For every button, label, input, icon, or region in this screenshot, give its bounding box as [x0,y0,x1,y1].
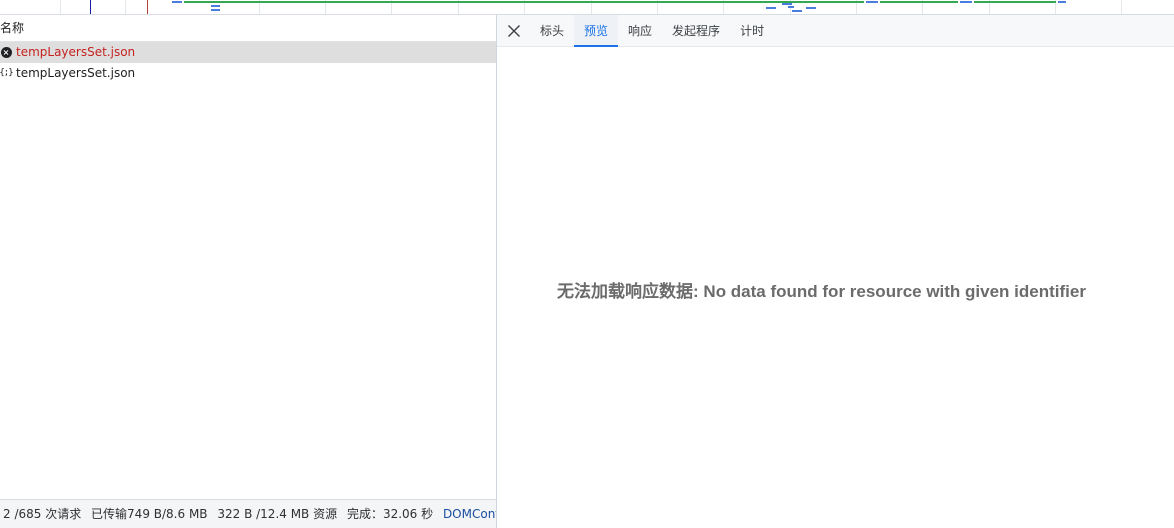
finish-time: 完成：32.06 秒 [346,507,434,521]
request-list: × tempLayersSet.json {;} tempLayersSet.j… [0,42,496,84]
request-row[interactable]: × tempLayersSet.json [0,42,496,63]
timeline-bar [1058,1,1066,3]
timeline-bar [792,10,802,12]
timeline-bar [974,1,1056,3]
timeline-bar [184,1,864,3]
request-row[interactable]: {;} tempLayersSet.json [0,63,496,84]
dom-content-loaded-marker [90,0,91,14]
resources-size: 322 B /12.4 MB 资源 [217,507,338,521]
timeline-bar [172,1,182,3]
timeline-bar [782,3,792,5]
load-error-message: 无法加载响应数据: No data found for resource wit… [557,282,1086,301]
detail-tabbar: 标头 预览 响应 发起程序 计时 [497,15,1174,47]
timeline-bar [788,6,794,8]
load-event-marker [147,0,148,14]
timeline-bar [766,7,776,9]
close-detail-button[interactable] [497,15,530,46]
request-list-pane: 名称 × tempLayersSet.json {;} tempLayersSe… [0,15,496,528]
request-detail-pane: 标头 预览 响应 发起程序 计时 无法加载响应数据: No data found… [497,15,1174,528]
tab-headers[interactable]: 标头 [530,15,574,46]
status-bar: 2 /685 次请求 已传输749 B/8.6 MB 322 B /12.4 M… [0,499,496,528]
request-name: tempLayersSet.json [16,45,136,59]
tab-response[interactable]: 响应 [618,15,662,46]
error-icon: × [0,47,12,59]
tab-timing[interactable]: 计时 [730,15,774,46]
tab-initiator[interactable]: 发起程序 [662,15,730,46]
name-column-header[interactable]: 名称 [0,15,496,42]
close-icon [507,24,520,37]
timeline-bar [960,1,972,3]
dom-content-loaded-time: DOMContentLoad [442,507,496,521]
request-count: 2 /685 次请求 [3,507,82,521]
timeline-bar [880,1,958,3]
tab-preview[interactable]: 预览 [574,15,619,47]
transferred-size: 已传输749 B/8.6 MB [91,507,208,521]
request-name: tempLayersSet.json [16,66,136,80]
timeline-bar [211,9,220,11]
timeline-bar [806,7,816,9]
timeline-bar [211,5,220,7]
timeline-overview[interactable] [0,0,1174,15]
json-icon: {;} [0,68,14,78]
timeline-bar [866,1,878,3]
